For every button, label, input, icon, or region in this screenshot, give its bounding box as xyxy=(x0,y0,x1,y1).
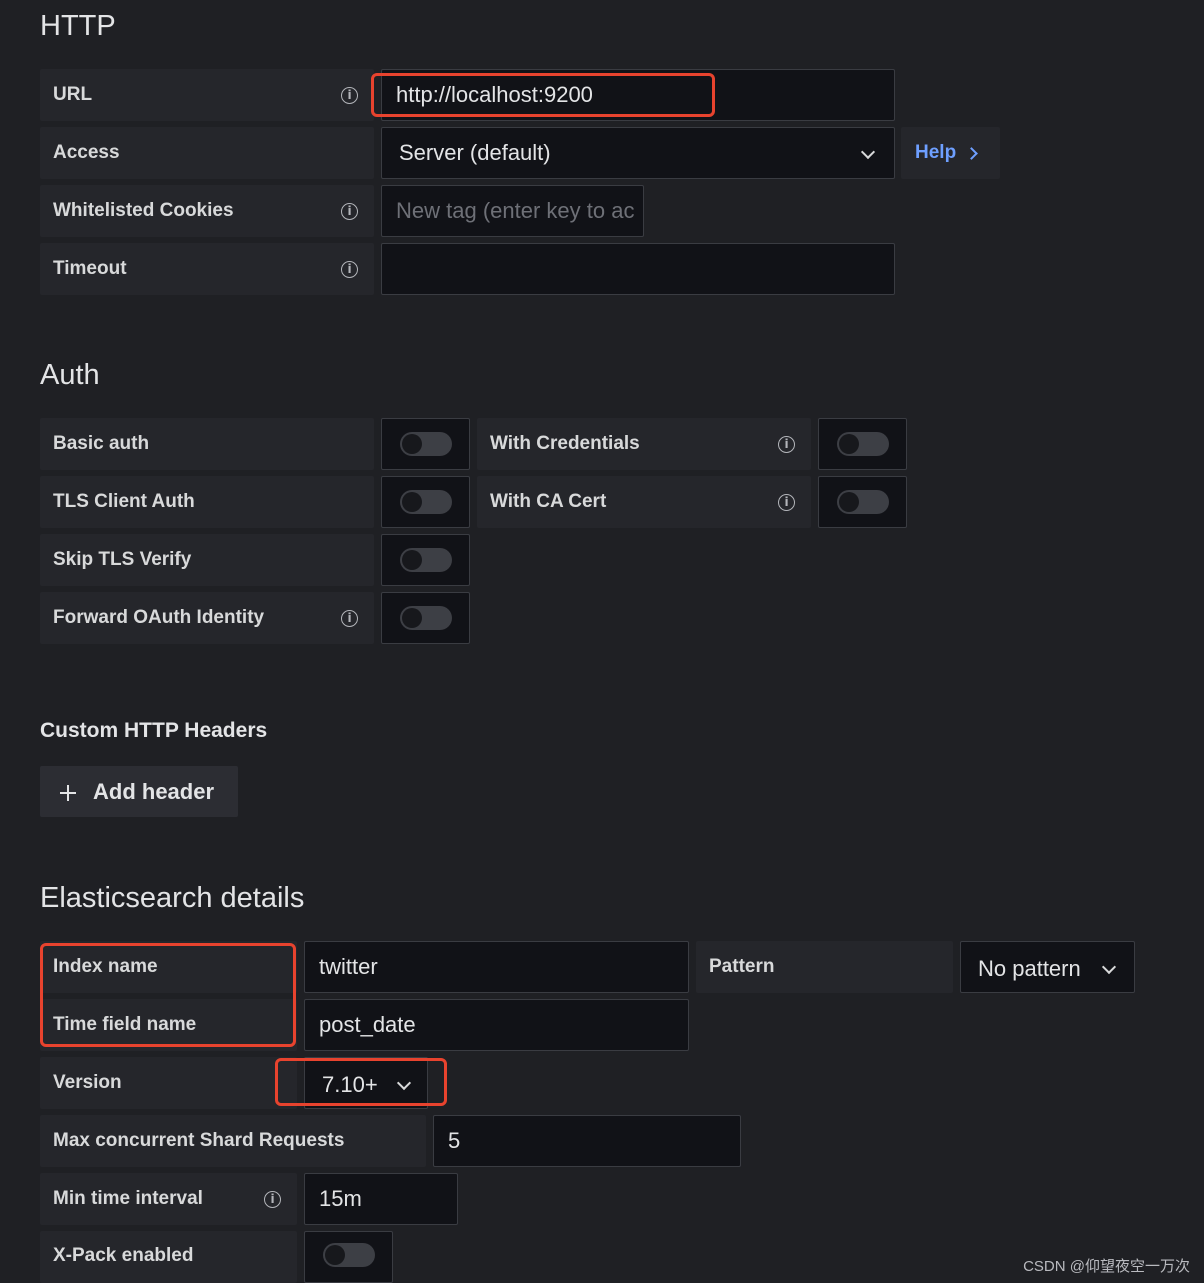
skip-tls-verify-toggle[interactable] xyxy=(400,548,452,572)
tls-client-auth-toggle[interactable] xyxy=(400,490,452,514)
pattern-label-text: Pattern xyxy=(709,956,775,977)
access-label-text: Access xyxy=(53,142,120,163)
basic-auth-label: Basic auth xyxy=(40,418,374,470)
pattern-select[interactable]: No pattern xyxy=(960,941,1135,993)
tls-client-auth-label-text: TLS Client Auth xyxy=(53,491,195,512)
max-shard-input[interactable]: 5 xyxy=(433,1115,741,1167)
xpack-label-text: X-Pack enabled xyxy=(53,1245,194,1266)
skip-tls-verify-label-text: Skip TLS Verify xyxy=(53,549,192,570)
xpack-toggle-box xyxy=(304,1231,393,1283)
index-time-highlight-box xyxy=(40,943,296,1047)
forward-oauth-label-text: Forward OAuth Identity xyxy=(53,607,265,628)
help-label: Help xyxy=(915,142,957,163)
with-ca-cert-label: With CA Cert i xyxy=(477,476,811,528)
pattern-label: Pattern xyxy=(696,941,953,993)
url-label: URL i xyxy=(40,69,374,121)
add-header-button[interactable]: Add header xyxy=(40,766,238,817)
info-icon[interactable]: i xyxy=(341,202,358,220)
timeout-label-text: Timeout xyxy=(53,258,127,279)
timeout-label: Timeout i xyxy=(40,243,374,295)
xpack-label: X-Pack enabled xyxy=(40,1231,297,1283)
access-select[interactable]: Server (default) xyxy=(381,127,895,179)
forward-oauth-toggle-box xyxy=(381,592,470,644)
max-shard-label-text: Max concurrent Shard Requests xyxy=(53,1130,345,1151)
chevron-down-icon xyxy=(860,144,876,160)
xpack-toggle[interactable] xyxy=(323,1243,375,1267)
cookies-label: Whitelisted Cookies i xyxy=(40,185,374,237)
with-credentials-toggle[interactable] xyxy=(837,432,889,456)
access-label: Access xyxy=(40,127,374,179)
cookies-tag-input[interactable]: New tag (enter key to ac xyxy=(381,185,644,237)
url-highlight-box xyxy=(371,73,715,117)
timeout-input[interactable] xyxy=(381,243,895,295)
with-credentials-label-text: With Credentials xyxy=(490,433,640,454)
info-icon[interactable]: i xyxy=(341,260,358,278)
pattern-select-value: No pattern xyxy=(978,956,1081,981)
time-field-value: post_date xyxy=(319,1012,416,1037)
min-interval-value: 15m xyxy=(319,1186,362,1211)
custom-headers-title: Custom HTTP Headers xyxy=(40,719,268,742)
version-highlight-box xyxy=(275,1058,447,1106)
basic-auth-toggle[interactable] xyxy=(400,432,452,456)
max-shard-label: Max concurrent Shard Requests xyxy=(40,1115,426,1167)
min-interval-label-text: Min time interval xyxy=(53,1188,203,1209)
url-label-text: URL xyxy=(53,84,93,105)
skip-tls-verify-label: Skip TLS Verify xyxy=(40,534,374,586)
info-icon[interactable]: i xyxy=(264,1190,281,1208)
skip-tls-verify-toggle-box xyxy=(381,534,470,586)
time-field-input[interactable]: post_date xyxy=(304,999,689,1051)
info-icon[interactable]: i xyxy=(341,609,358,627)
with-ca-cert-toggle[interactable] xyxy=(837,490,889,514)
chevron-down-icon xyxy=(1101,959,1117,975)
forward-oauth-label: Forward OAuth Identity i xyxy=(40,592,374,644)
watermark: CSDN @仰望夜空一万次 xyxy=(1023,1258,1190,1275)
help-button[interactable]: Help xyxy=(901,127,1000,179)
basic-auth-toggle-box xyxy=(381,418,470,470)
cookies-placeholder: New tag (enter key to ac xyxy=(396,198,635,223)
basic-auth-label-text: Basic auth xyxy=(53,433,150,454)
min-interval-input[interactable]: 15m xyxy=(304,1173,458,1225)
auth-section-title: Auth xyxy=(40,359,100,391)
access-select-value: Server (default) xyxy=(399,140,551,165)
min-interval-label: Min time interval i xyxy=(40,1173,297,1225)
tls-client-auth-label: TLS Client Auth xyxy=(40,476,374,528)
http-section-title: HTTP xyxy=(40,10,116,42)
cookies-label-text: Whitelisted Cookies xyxy=(53,200,234,221)
index-name-value: twitter xyxy=(319,954,378,979)
add-header-label: Add header xyxy=(93,779,215,804)
index-name-input[interactable]: twitter xyxy=(304,941,689,993)
info-icon[interactable]: i xyxy=(778,435,795,453)
with-ca-cert-toggle-box xyxy=(818,476,907,528)
with-credentials-label: With Credentials i xyxy=(477,418,811,470)
forward-oauth-toggle[interactable] xyxy=(400,606,452,630)
es-section-title: Elasticsearch details xyxy=(40,882,305,914)
version-label: Version xyxy=(40,1057,297,1109)
with-ca-cert-label-text: With CA Cert xyxy=(490,491,607,512)
chevron-right-icon xyxy=(965,147,978,160)
plus-icon xyxy=(59,782,77,801)
max-shard-value: 5 xyxy=(448,1128,461,1153)
version-label-text: Version xyxy=(53,1072,122,1093)
tls-client-auth-toggle-box xyxy=(381,476,470,528)
info-icon[interactable]: i xyxy=(778,493,795,511)
info-icon[interactable]: i xyxy=(341,86,358,104)
with-credentials-toggle-box xyxy=(818,418,907,470)
